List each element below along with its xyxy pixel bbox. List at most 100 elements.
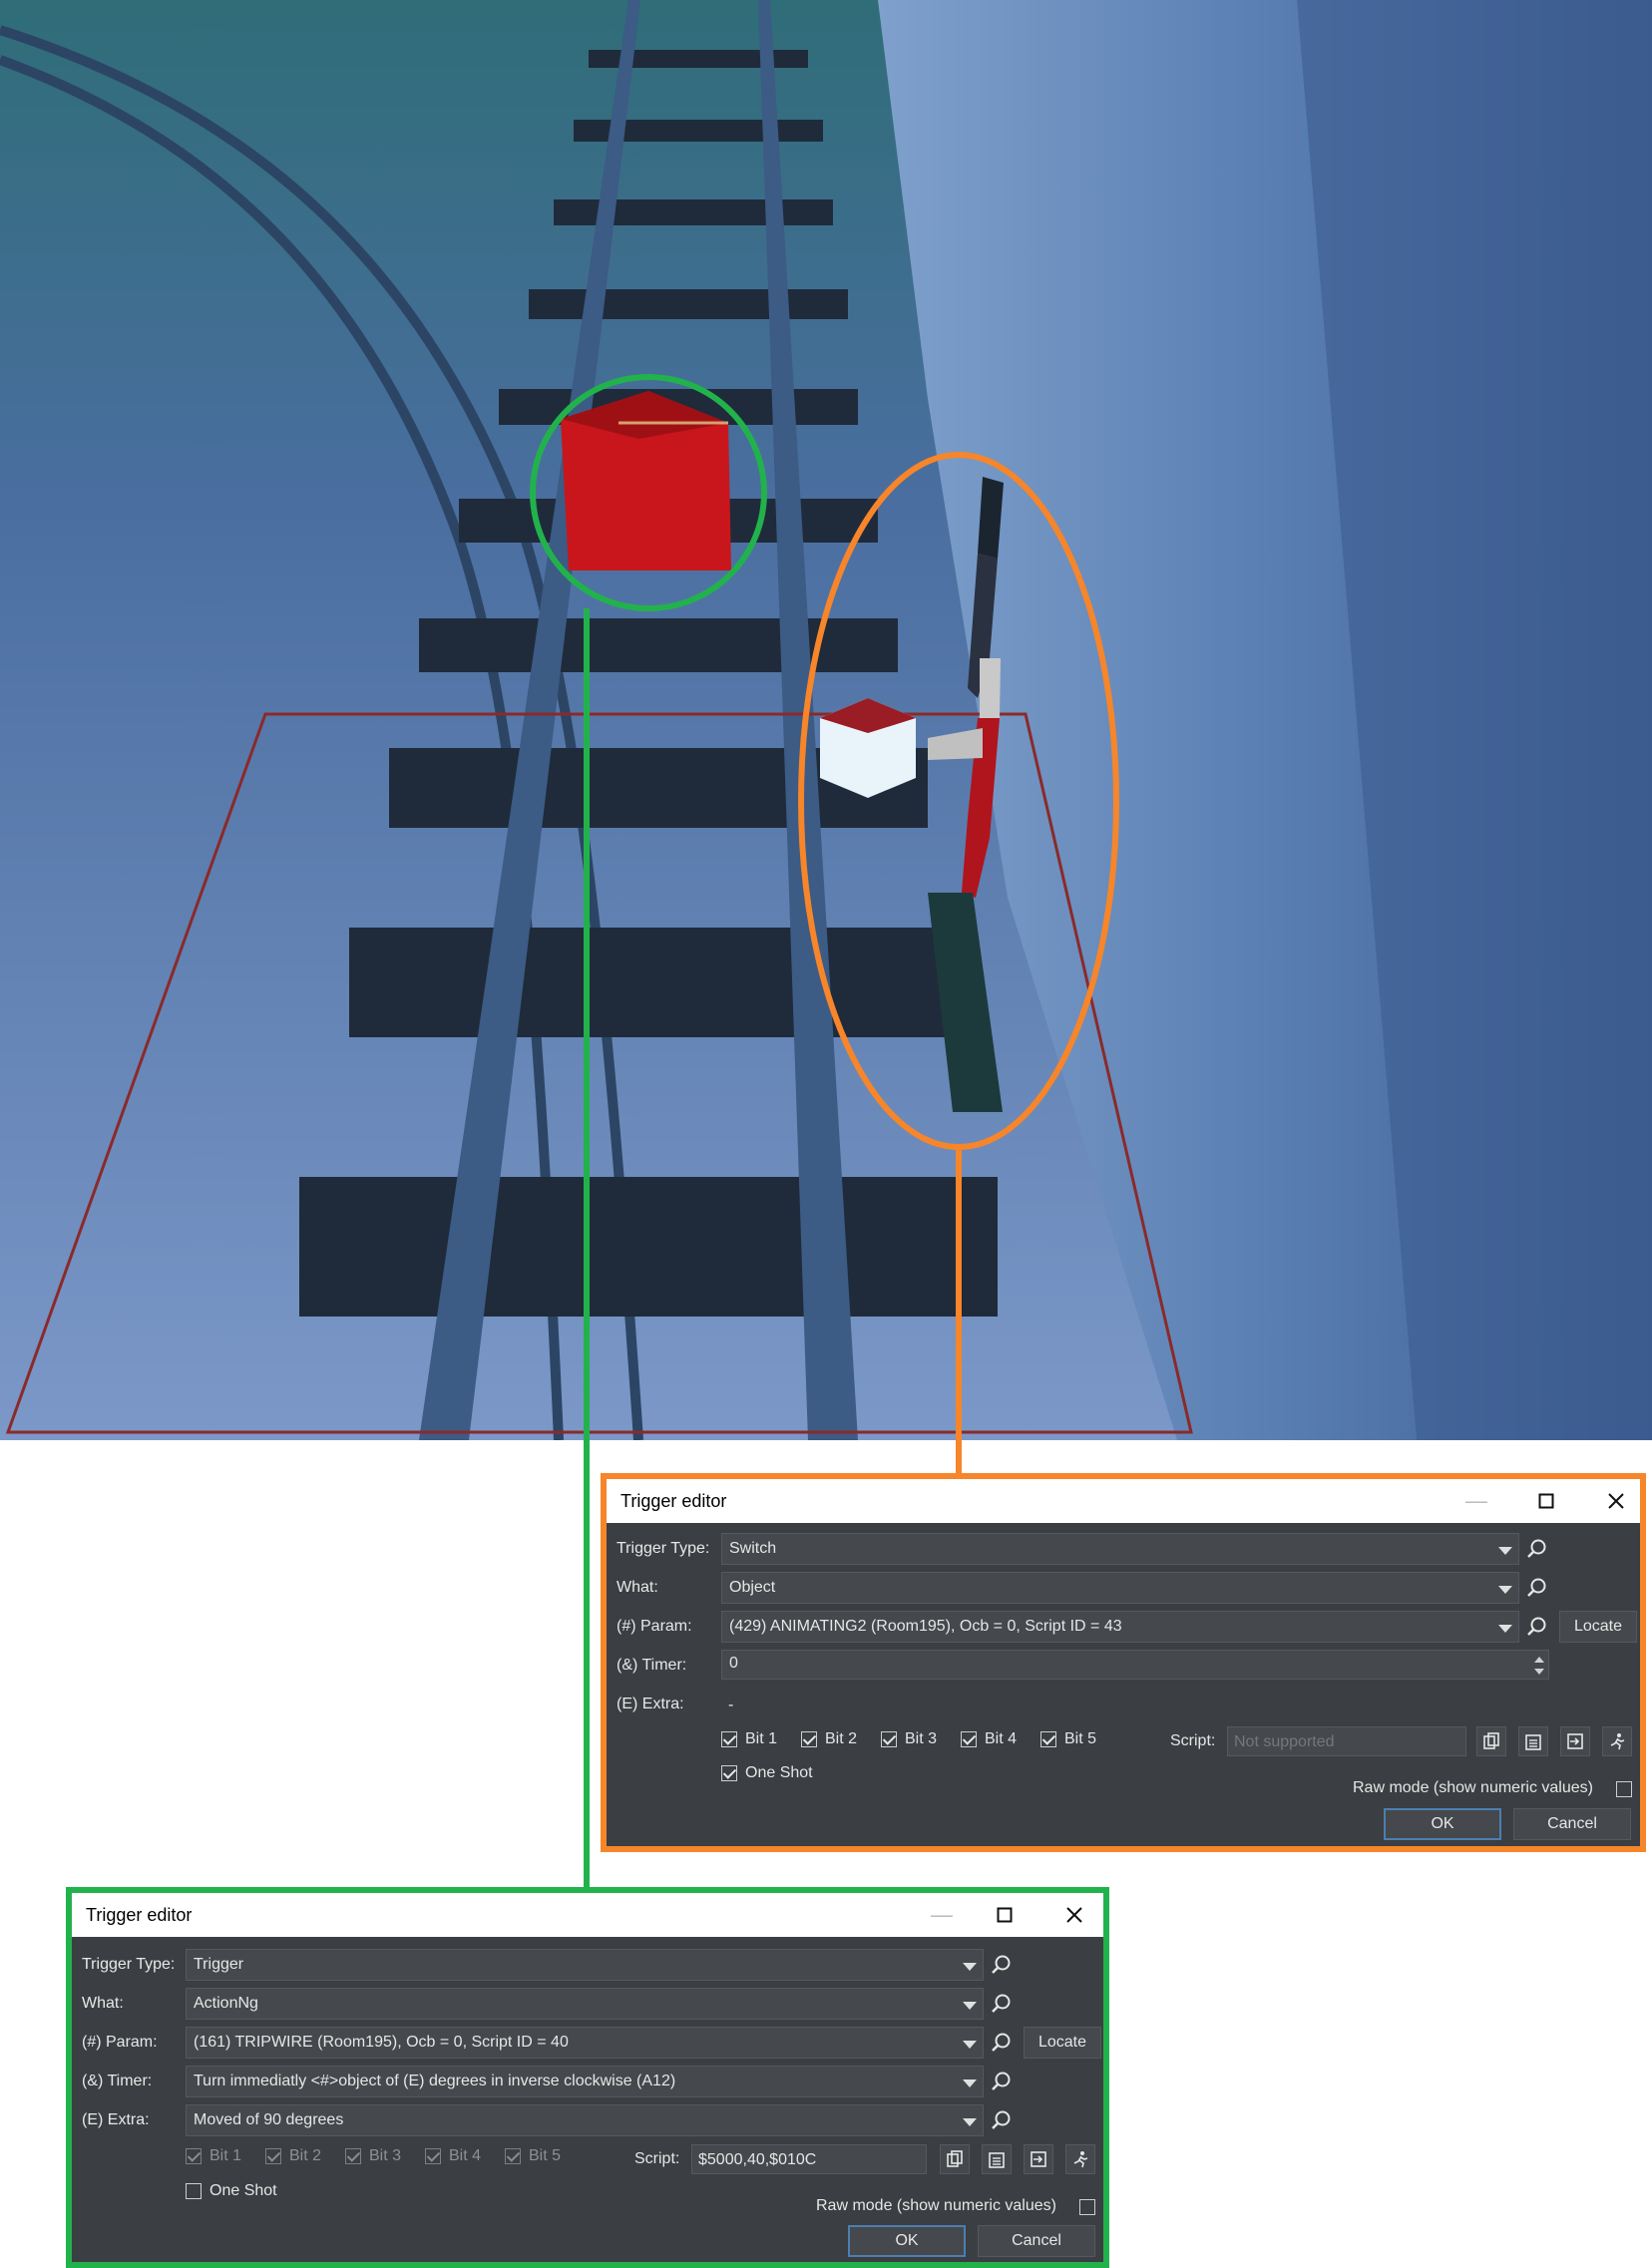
script-label: Script: [1170,1732,1216,1749]
bit2-checkbox[interactable]: Bit 2 [801,1728,871,1752]
search-icon[interactable] [1521,1572,1551,1604]
bit2-checkbox: Bit 2 [265,2145,335,2169]
minimize-icon[interactable]: — [1454,1485,1498,1517]
ok-button[interactable]: OK [848,2225,966,2257]
minimize-icon[interactable]: — [920,1899,964,1931]
bit1-checkbox[interactable]: Bit 1 [721,1728,791,1752]
chevron-down-icon [1498,1625,1512,1633]
bit4-checkbox[interactable]: Bit 4 [961,1728,1031,1752]
trigger-type-value: Switch [729,1540,777,1557]
timer-row: (&) Timer: Turn immediatly <#>object of … [72,2066,1103,2097]
timer-spinbox[interactable]: 0 [721,1650,1549,1680]
param-row: (#) Param: (429) ANIMATING2 (Room195), O… [607,1611,1640,1643]
trigger-editor-dialog-switch: Trigger editor — Trigger Type: Switch Wh… [601,1473,1646,1852]
script-value: $5000,40,$010C [698,2151,817,2168]
timer-dropdown[interactable]: Turn immediatly <#>object of (E) degrees… [186,2066,984,2097]
trigger-type-row: Trigger Type: Switch [607,1533,1640,1565]
what-value: Object [729,1579,776,1596]
raw-mode-label: Raw mode (show numeric values) [1353,1779,1593,1796]
paste-icon[interactable] [982,2144,1012,2174]
trigger-type-row: Trigger Type: Trigger [72,1949,1103,1981]
extra-dropdown[interactable]: Moved of 90 degrees [186,2104,984,2136]
copy-icon[interactable] [1476,1726,1506,1756]
timer-row: (&) Timer: 0 [607,1650,1640,1682]
chevron-down-icon [1498,1586,1512,1594]
locate-button[interactable]: Locate [1559,1611,1637,1643]
param-label: (#) Param: [82,2034,158,2051]
cancel-button[interactable]: Cancel [978,2225,1095,2257]
bit3-checkbox: Bit 3 [345,2145,415,2169]
what-dropdown[interactable]: ActionNg [186,1988,984,2020]
one-shot-checkbox[interactable]: One Shot [186,2180,305,2204]
trigger-type-label: Trigger Type: [82,1956,176,1973]
param-value: (161) TRIPWIRE (Room195), Ocb = 0, Scrip… [194,2034,569,2051]
spin-arrows-icon[interactable] [1530,1651,1548,1681]
bit5-checkbox[interactable]: Bit 5 [1040,1728,1110,1752]
level-3d-viewport[interactable] [0,0,1652,1440]
locate-button[interactable]: Locate [1024,2027,1101,2059]
trigger-type-dropdown[interactable]: Switch [721,1533,1519,1565]
run-icon[interactable] [1602,1726,1632,1756]
one-shot-checkbox[interactable]: One Shot [721,1762,841,1786]
close-icon[interactable] [1052,1899,1096,1931]
bit5-checkbox: Bit 5 [505,2145,575,2169]
search-icon[interactable] [986,2104,1016,2136]
search-icon[interactable] [986,2066,1016,2097]
scene-graphics [0,0,1652,1440]
param-value: (429) ANIMATING2 (Room195), Ocb = 0, Scr… [729,1618,1122,1635]
what-dropdown[interactable]: Object [721,1572,1519,1604]
raw-mode-checkbox[interactable] [1079,2199,1095,2215]
what-row: What: Object [607,1572,1640,1604]
timer-value: 0 [729,1655,738,1672]
dialog-title: Trigger editor [620,1491,727,1511]
param-dropdown[interactable]: (161) TRIPWIRE (Room195), Ocb = 0, Scrip… [186,2027,984,2059]
search-icon[interactable] [1521,1533,1551,1565]
search-icon[interactable] [986,2027,1016,2059]
extra-row: (E) Extra: Moved of 90 degrees [72,2104,1103,2136]
param-dropdown[interactable]: (429) ANIMATING2 (Room195), Ocb = 0, Scr… [721,1611,1519,1643]
search-icon[interactable] [1521,1611,1551,1643]
timer-label: (&) Timer: [82,2073,153,2089]
maximize-icon[interactable] [983,1899,1027,1931]
what-label: What: [617,1579,658,1596]
import-icon[interactable] [1024,2144,1053,2174]
param-label: (#) Param: [617,1618,692,1635]
timer-value: Turn immediatly <#>object of (E) degrees… [194,2073,676,2089]
chevron-down-icon [963,2002,977,2010]
ok-button[interactable]: OK [1384,1808,1501,1840]
trigger-type-dropdown[interactable]: Trigger [186,1949,984,1981]
script-value: Not supported [1234,1733,1335,1750]
chevron-down-icon [1498,1547,1512,1555]
copy-icon[interactable] [940,2144,970,2174]
search-icon[interactable] [986,1988,1016,2020]
dialog-titlebar[interactable]: Trigger editor — [607,1479,1640,1523]
bit3-checkbox[interactable]: Bit 3 [881,1728,951,1752]
extra-value: - [728,1697,734,1713]
extra-label: (E) Extra: [617,1696,684,1712]
search-icon[interactable] [986,1949,1016,1981]
close-icon[interactable] [1594,1485,1638,1517]
trigger-type-value: Trigger [194,1956,244,1973]
raw-mode-checkbox[interactable] [1616,1781,1632,1797]
what-value: ActionNg [194,1995,258,2012]
script-input[interactable]: $5000,40,$010C [691,2144,927,2174]
import-icon[interactable] [1560,1726,1590,1756]
maximize-icon[interactable] [1524,1485,1568,1517]
chevron-down-icon [963,1963,977,1971]
bit4-checkbox: Bit 4 [425,2145,495,2169]
run-icon[interactable] [1065,2144,1095,2174]
cancel-button[interactable]: Cancel [1513,1808,1631,1840]
extra-label: (E) Extra: [82,2111,150,2128]
extra-value: Moved of 90 degrees [194,2111,344,2128]
dialog-titlebar[interactable]: Trigger editor — [72,1893,1103,1937]
chevron-down-icon [963,2118,977,2126]
param-row: (#) Param: (161) TRIPWIRE (Room195), Ocb… [72,2027,1103,2059]
raw-mode-label: Raw mode (show numeric values) [816,2197,1056,2214]
dialog-title: Trigger editor [86,1905,193,1925]
bit1-checkbox: Bit 1 [186,2145,255,2169]
extra-row: (E) Extra: - [607,1689,1640,1720]
paste-icon[interactable] [1518,1726,1548,1756]
timer-label: (&) Timer: [617,1657,687,1674]
what-row: What: ActionNg [72,1988,1103,2020]
script-label: Script: [634,2150,680,2167]
